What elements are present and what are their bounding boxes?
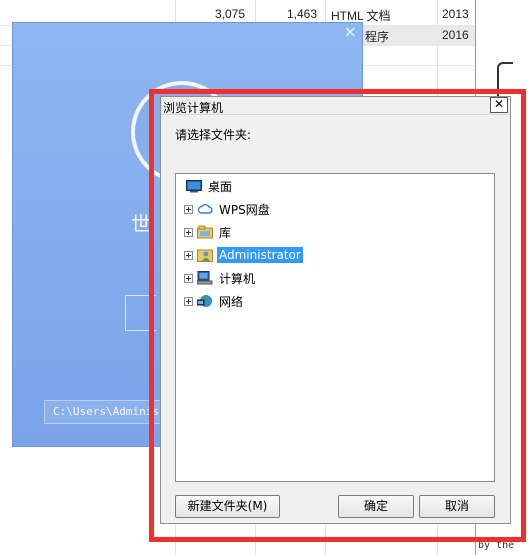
install-path-field[interactable]: C:\Users\Adminis xyxy=(44,400,164,424)
tree-item-label: 桌面 xyxy=(208,179,233,194)
new-folder-button[interactable]: 新建文件夹(M) xyxy=(175,495,280,518)
tree-item-label: 库 xyxy=(219,225,232,240)
cell-year: 2016 xyxy=(442,28,469,42)
tree-item-wps-cloud[interactable]: WPS网盘 xyxy=(184,200,272,218)
expand-icon[interactable] xyxy=(184,204,193,214)
library-icon xyxy=(197,225,213,239)
close-icon[interactable]: × xyxy=(344,22,357,41)
tree-item-network[interactable]: 网络 xyxy=(184,292,245,310)
tree-item-label: 计算机 xyxy=(219,271,256,286)
tree-item-administrator[interactable]: Administrator xyxy=(184,246,303,264)
dialog-prompt: 请选择文件夹: xyxy=(175,128,252,142)
tree-item-label: 网络 xyxy=(219,294,244,309)
user-folder-icon xyxy=(197,249,213,262)
expand-icon[interactable] xyxy=(184,250,193,260)
tree-item-desktop[interactable]: 桌面 xyxy=(186,177,234,195)
expand-icon[interactable] xyxy=(184,296,193,306)
desktop-icon xyxy=(186,180,202,193)
close-icon: ✕ xyxy=(493,97,505,111)
ok-button[interactable]: 确定 xyxy=(338,495,414,518)
network-icon xyxy=(197,295,212,307)
divider xyxy=(161,114,510,115)
folder-tree[interactable]: 桌面 WPS网盘 库 Administrator 计算机 网络 xyxy=(175,173,495,482)
tree-item-label: WPS网盘 xyxy=(219,202,270,217)
tree-item-label: Administrator xyxy=(217,247,303,263)
tree-item-computer[interactable]: 计算机 xyxy=(184,269,257,287)
computer-icon xyxy=(197,271,213,285)
cell-type: 程序 xyxy=(365,30,390,44)
cloud-icon xyxy=(197,203,213,214)
app-title: 世 xyxy=(131,212,151,236)
cell-size: 1,463 xyxy=(287,7,318,21)
cancel-button[interactable]: 取消 xyxy=(419,495,495,518)
expand-icon[interactable] xyxy=(184,227,193,237)
cell-year: 2013 xyxy=(442,7,469,21)
cell-size: 3,075 xyxy=(215,7,246,21)
expand-icon[interactable] xyxy=(184,273,193,283)
close-button[interactable]: ✕ xyxy=(490,97,508,113)
browse-folder-dialog: 浏览计算机 ✕ 请选择文件夹: 桌面 WPS网盘 库 Administrator… xyxy=(160,96,511,524)
tree-item-library[interactable]: 库 xyxy=(184,223,233,241)
